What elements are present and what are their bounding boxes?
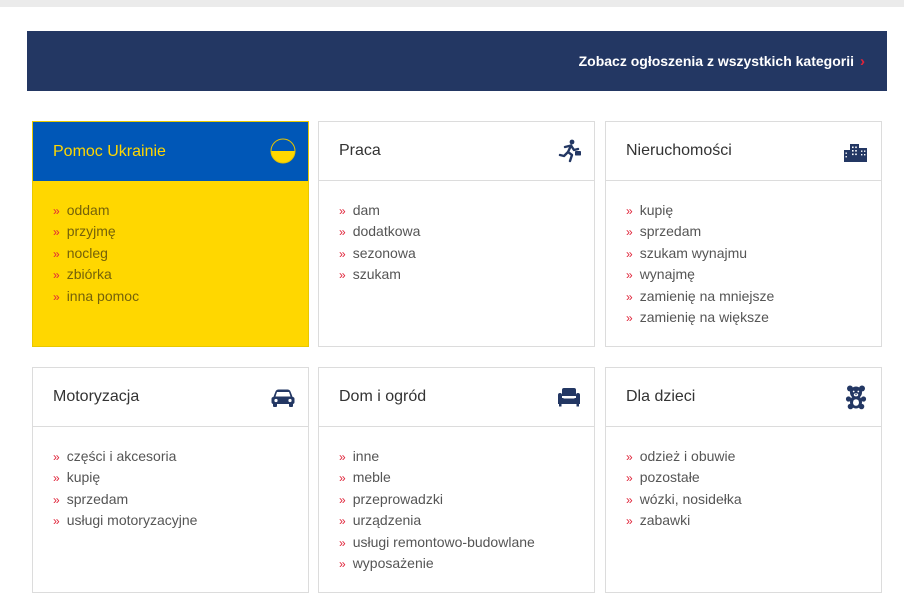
category-link[interactable]: » usługi remontowo-budowlane (339, 532, 594, 553)
category-link[interactable]: » oddam (53, 200, 308, 221)
category-link[interactable]: » sprzedam (626, 221, 881, 242)
ukraine-flag-icon (270, 138, 296, 164)
category-links: » inne » meble » przeprowadzki » urządzenia … (319, 427, 594, 574)
category-card-nieruchomosci: Nieruchomości » kupię » sprzedam » szukam w… (605, 121, 882, 347)
category-header: Praca (319, 122, 594, 181)
buildings-icon (844, 144, 867, 162)
category-link[interactable]: » usługi motoryzacyjne (53, 510, 308, 531)
category-links: » odzież i obuwie » pozostałe » wózki, nosi… (606, 427, 881, 532)
category-link[interactable]: » urządzenia (339, 510, 594, 531)
category-link[interactable]: » dodatkowa (339, 221, 594, 242)
category-title[interactable]: Dla dzieci (626, 388, 695, 406)
category-link[interactable]: » odzież i obuwie (626, 446, 881, 467)
category-link[interactable]: » kupię (53, 467, 308, 488)
category-link[interactable]: » inna pomoc (53, 286, 308, 307)
chevron-right-icon: › (860, 52, 865, 70)
all-categories-link-text: Zobacz ogłoszenia z wszystkich kategorii (578, 53, 854, 69)
category-link[interactable]: » zabawki (626, 510, 881, 531)
category-link[interactable]: » nocleg (53, 243, 308, 264)
category-link[interactable]: » szukam (339, 264, 594, 285)
category-card-pomoc-ukrainie: Pomoc Ukrainie » oddam » przyjmę » nocleg »… (32, 121, 309, 347)
category-card-praca: Praca » dam » dodatkowa » sezonowa » szukam (318, 121, 595, 347)
all-categories-link[interactable]: Zobacz ogłoszenia z wszystkich kategorii… (579, 53, 865, 69)
category-link[interactable]: » wyposażenie (339, 553, 594, 574)
category-card-dom-i-ogrod: Dom i ogród » inne » meble » przeprowadzki … (318, 367, 595, 593)
category-header: Motoryzacja (33, 368, 308, 427)
category-link[interactable]: » wynajmę (626, 264, 881, 285)
category-links: » oddam » przyjmę » nocleg » zbiórka » inna p… (33, 181, 308, 307)
teddy-bear-icon (845, 385, 867, 410)
all-categories-banner: Zobacz ogłoszenia z wszystkich kategorii… (27, 31, 887, 91)
category-link[interactable]: » sezonowa (339, 243, 594, 264)
category-header: Dla dzieci (606, 368, 881, 427)
category-link[interactable]: » pozostałe (626, 467, 881, 488)
category-header: Dom i ogród (319, 368, 594, 427)
category-link[interactable]: » inne (339, 446, 594, 467)
category-link[interactable]: » meble (339, 467, 594, 488)
category-card-dla-dzieci: Dla dzieci » odzież i obuwie » pozostałe »… (605, 367, 882, 593)
category-title[interactable]: Motoryzacja (53, 388, 139, 406)
category-link[interactable]: » zbiórka (53, 264, 308, 285)
category-link[interactable]: » zamienię na większe (626, 307, 881, 328)
category-link[interactable]: » części i akcesoria (53, 446, 308, 467)
category-card-motoryzacja: Motoryzacja » części i akcesoria » kupię »… (32, 367, 309, 593)
running-man-icon (558, 139, 581, 163)
category-links: » kupię » sprzedam » szukam wynajmu » wynajm… (606, 181, 881, 328)
category-links: » dam » dodatkowa » sezonowa » szukam (319, 181, 594, 286)
category-title[interactable]: Praca (339, 142, 381, 160)
category-link[interactable]: » zamienię na mniejsze (626, 286, 881, 307)
category-title[interactable]: Dom i ogród (339, 388, 426, 406)
category-title[interactable]: Pomoc Ukrainie (53, 143, 166, 161)
category-link[interactable]: » sprzedam (53, 489, 308, 510)
category-header: Nieruchomości (606, 122, 881, 181)
category-title[interactable]: Nieruchomości (626, 142, 732, 160)
armchair-icon (558, 388, 580, 407)
category-link[interactable]: » kupię (626, 200, 881, 221)
category-links: » części i akcesoria » kupię » sprzedam » us… (33, 427, 308, 532)
category-link[interactable]: » przyjmę (53, 221, 308, 242)
category-header: Pomoc Ukrainie (33, 122, 308, 181)
category-link[interactable]: » szukam wynajmu (626, 243, 881, 264)
category-link[interactable]: » dam (339, 200, 594, 221)
top-strip (0, 0, 904, 7)
category-link[interactable]: » przeprowadzki (339, 489, 594, 510)
car-icon (271, 389, 295, 407)
category-link[interactable]: » wózki, nosidełka (626, 489, 881, 510)
